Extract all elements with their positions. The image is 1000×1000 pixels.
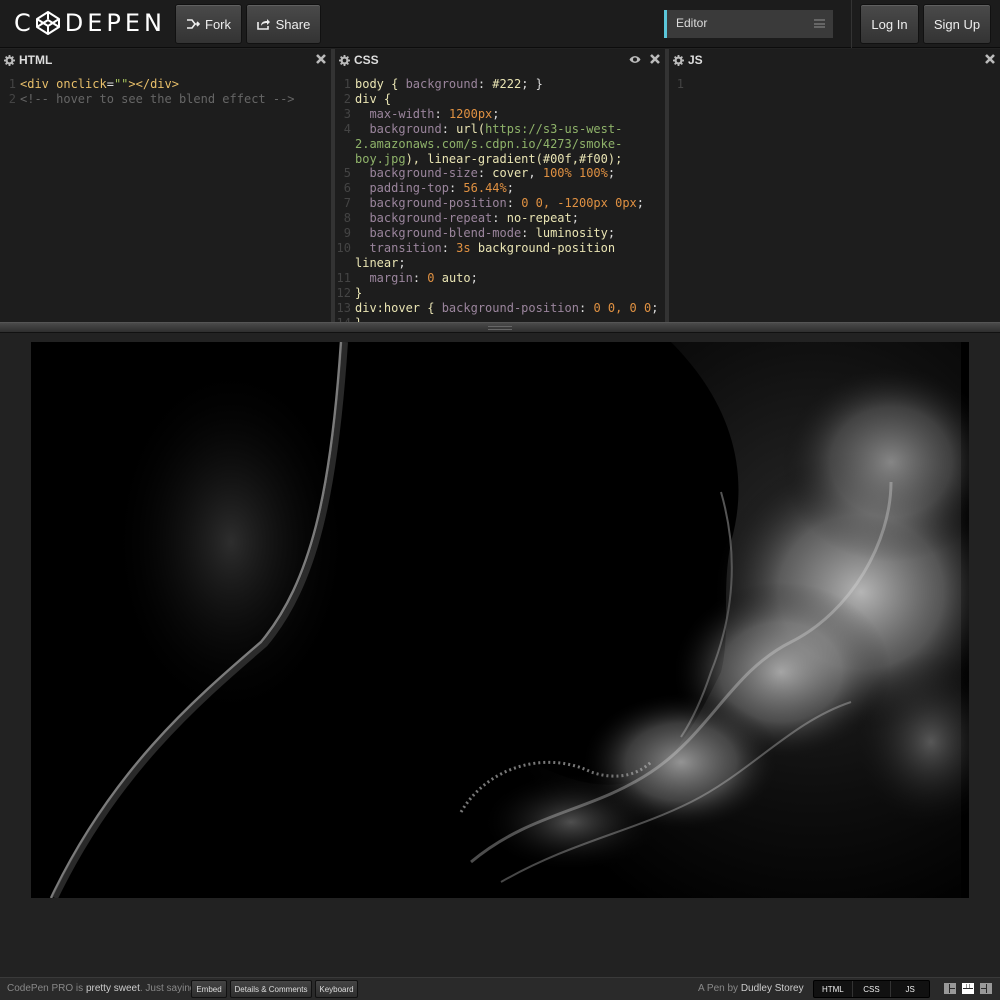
code-line: 1 (676, 77, 684, 91)
editor-panels: HTML 1 <div onclick=""></div> 2 <!-- hover… (0, 49, 1000, 322)
signup-button[interactable]: Sign Up (923, 4, 991, 44)
header-divider (851, 0, 852, 48)
toggle-js-label: JS (905, 984, 915, 994)
js-pane-header: JS (669, 49, 1000, 71)
fork-label: Fork (205, 16, 231, 32)
share-button[interactable]: Share (246, 4, 321, 44)
footer-bar: CodePen PRO is pretty sweet. Just saying… (0, 977, 1000, 1000)
layout-left-icon[interactable] (944, 983, 956, 994)
pen-author: A Pen by Dudley Storey (698, 983, 804, 994)
fork-button[interactable]: Fork (175, 4, 242, 44)
css-pane-title: CSS (354, 53, 379, 67)
code-line: 2 div { (343, 91, 392, 106)
editor-select-value: Editor (676, 16, 708, 30)
share-label: Share (275, 16, 311, 32)
logo-text: C DEPEN (14, 9, 166, 37)
details-comments-button[interactable]: Details & Comments (230, 980, 312, 998)
code-line: 10 transition: 3s background-position li… (336, 240, 623, 270)
css-editor-pane[interactable]: CSS 1 body { background: #222; } 2 div { 3… (335, 49, 665, 322)
code-line: 11 margin: 0 auto; (336, 270, 478, 285)
toggle-css-button[interactable]: CSS (853, 981, 892, 997)
details-label: Details & Comments (234, 984, 308, 994)
author-prefix: A Pen by (698, 983, 741, 994)
editor-view-toggle[interactable]: HTML CSS JS (813, 980, 930, 998)
menu-grip-icon (814, 19, 825, 28)
toggle-html-label: HTML (821, 984, 844, 994)
header: C DEPEN Fork Share Editor Log In Sign Up (0, 0, 1000, 48)
code-line: 5 background-size: cover, 100% 100%; (343, 166, 616, 181)
close-icon[interactable] (984, 53, 996, 65)
smoke-portrait-image (31, 342, 969, 898)
code-line: 4 background: url(https://s3-us-west-2.a… (343, 121, 623, 166)
layout-switcher (944, 983, 992, 994)
result-preview[interactable] (0, 333, 1000, 977)
css-code-area[interactable]: 1 body { background: #222; } 2 div { 3 max… (335, 71, 665, 322)
js-editor-pane[interactable]: JS 1 (669, 49, 1000, 322)
html-editor-pane[interactable]: HTML 1 <div onclick=""></div> 2 <!-- hover… (0, 49, 331, 322)
embed-label: Embed (196, 984, 222, 994)
editor-view-select[interactable]: Editor (664, 10, 833, 38)
keyboard-label: Keyboard (319, 984, 354, 994)
layout-right-icon[interactable] (980, 983, 992, 994)
fork-icon (187, 19, 200, 29)
login-button[interactable]: Log In (860, 4, 919, 44)
toggle-js-button[interactable]: JS (891, 981, 929, 997)
html-pane-title: HTML (19, 53, 53, 67)
gear-icon[interactable] (339, 54, 350, 66)
embed-button[interactable]: Embed (191, 980, 227, 998)
code-line: 1 <div onclick=""></div> (8, 77, 179, 91)
code-line: 12} (336, 285, 363, 300)
layout-top-icon[interactable] (962, 983, 974, 994)
code-line: 9 background-blend-mode: luminosity; (343, 226, 616, 241)
code-line: 7 background-position: 0 0, -1200px 0px; (343, 196, 645, 211)
login-label: Log In (871, 16, 908, 32)
editor-resize-handle[interactable] (0, 322, 1000, 333)
promo-prefix: CodePen PRO is (7, 983, 86, 994)
code-line: 2 <!-- hover to see the blend effect --> (8, 91, 295, 106)
html-code-area[interactable]: 1 <div onclick=""></div> 2 <!-- hover to s… (0, 71, 331, 107)
toggle-css-label: CSS (863, 984, 880, 994)
css-pane-header: CSS (335, 49, 665, 71)
toggle-html-button[interactable]: HTML (814, 981, 853, 997)
resize-grip-icon (488, 326, 512, 330)
code-line: 1 body { background: #222; } (343, 77, 543, 91)
keyboard-button[interactable]: Keyboard (315, 980, 358, 998)
author-name-link[interactable]: Dudley Storey (741, 983, 804, 994)
close-icon[interactable] (649, 53, 661, 65)
codepen-cube-icon (35, 11, 60, 35)
code-line: 3 max-width: 1200px; (343, 106, 500, 121)
eye-icon[interactable] (629, 55, 641, 64)
pro-promo[interactable]: CodePen PRO is pretty sweet. Just saying… (7, 983, 198, 994)
js-pane-title: JS (688, 53, 703, 67)
gear-icon[interactable] (4, 54, 15, 66)
code-line: 8 background-repeat: no-repeat; (343, 211, 579, 226)
gear-icon[interactable] (673, 54, 684, 66)
codepen-logo[interactable]: C DEPEN (14, 8, 166, 38)
code-line: 13 div:hover { background-position: 0 0, … (336, 300, 659, 315)
code-line: 6 padding-top: 56.44%; (343, 181, 514, 196)
close-icon[interactable] (315, 53, 327, 65)
js-code-area[interactable]: 1 (669, 71, 1000, 92)
promo-bold: pretty sweet (85, 983, 140, 994)
html-pane-header: HTML (0, 49, 331, 71)
promo-suffix: . Just saying. (139, 983, 199, 994)
share-icon (256, 19, 270, 30)
signup-label: Sign Up (933, 16, 981, 32)
